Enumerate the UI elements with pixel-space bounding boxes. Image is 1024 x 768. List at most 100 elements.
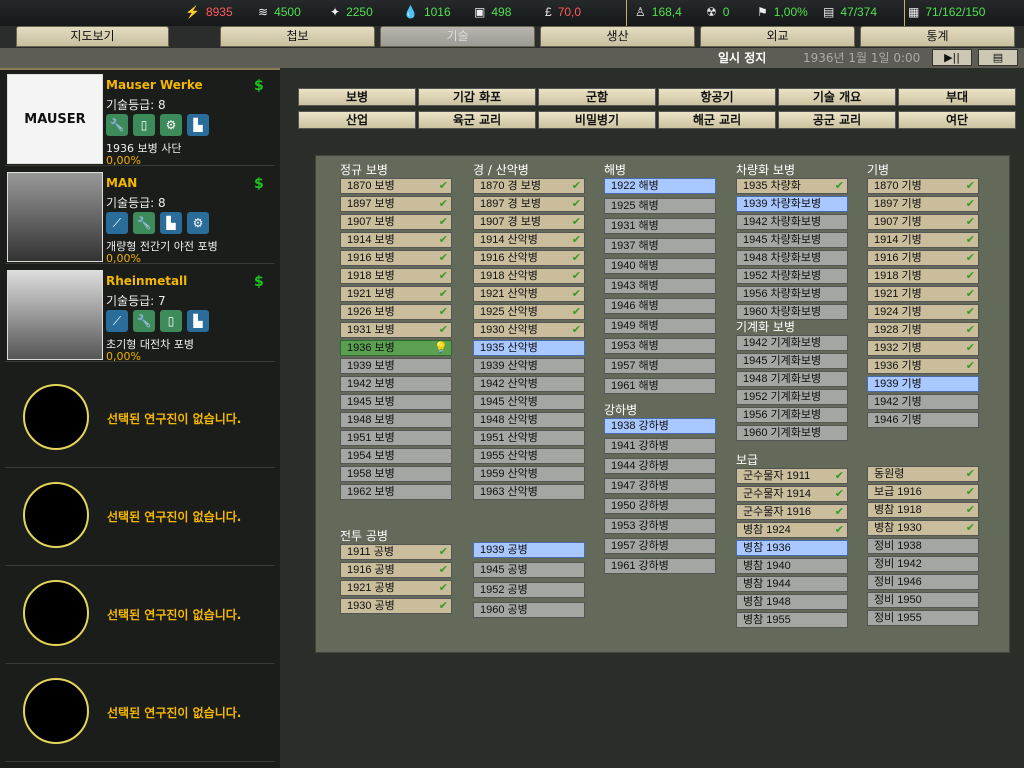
empty-team-slot[interactable]: 선택된 연구진이 없습니다.	[5, 468, 275, 566]
tech-item[interactable]: 1961 해병	[604, 378, 716, 394]
tech-item[interactable]: 1942 산악병	[473, 376, 585, 392]
tech-item[interactable]: 1907 보병 ✔	[340, 214, 452, 230]
empty-team-slot[interactable]: 선택된 연구진이 없습니다.	[5, 566, 275, 664]
tech-item[interactable]: 정비 1950	[867, 592, 979, 608]
tech-item[interactable]: 1935 차량화 ✔	[736, 178, 848, 194]
tech-item[interactable]: 군수물자 1914 ✔	[736, 486, 848, 502]
tech-item[interactable]: 1911 공병 ✔	[340, 544, 452, 560]
tech-item[interactable]: 1931 해병	[604, 218, 716, 234]
category-tab[interactable]: 항공기	[658, 88, 776, 106]
tech-item[interactable]: 1930 공병 ✔	[340, 598, 452, 614]
category-tab[interactable]: 여단	[898, 111, 1016, 129]
tab-intelligence[interactable]: 첩보	[220, 26, 375, 47]
tab-technology[interactable]: 기술	[380, 26, 535, 47]
tech-item[interactable]: 1924 기병 ✔	[867, 304, 979, 320]
tech-item[interactable]: 1930 산악병 ✔	[473, 322, 585, 338]
tech-item[interactable]: 1918 산악병 ✔	[473, 268, 585, 284]
empty-team-slot[interactable]: 선택된 연구진이 없습니다.	[5, 370, 275, 468]
tech-item[interactable]: 보급 1916 ✔	[867, 484, 979, 500]
tech-item[interactable]: 1950 강하병	[604, 498, 716, 514]
tech-item[interactable]: 군수물자 1916 ✔	[736, 504, 848, 520]
tech-item[interactable]: 1907 경 보병 ✔	[473, 214, 585, 230]
tech-item[interactable]: 1942 기계화보병	[736, 335, 848, 351]
tech-item[interactable]: 1945 보병	[340, 394, 452, 410]
tech-item[interactable]: 1953 해병	[604, 338, 716, 354]
tech-item[interactable]: 1870 보병 ✔	[340, 178, 452, 194]
tech-item[interactable]: 1951 보병	[340, 430, 452, 446]
tech-item[interactable]: 1921 보병 ✔	[340, 286, 452, 302]
tech-item[interactable]: 1914 산악병 ✔	[473, 232, 585, 248]
tech-item[interactable]: 1936 보병 💡	[340, 340, 452, 356]
tech-item[interactable]: 1954 보병	[340, 448, 452, 464]
tech-item[interactable]: 1918 보병 ✔	[340, 268, 452, 284]
tech-item[interactable]: 1947 강하병	[604, 478, 716, 494]
category-tab[interactable]: 보병	[298, 88, 416, 106]
tech-item[interactable]: 1952 공병	[473, 582, 585, 598]
tech-item[interactable]: 1946 해병	[604, 298, 716, 314]
tech-item[interactable]: 1935 산악병	[473, 340, 585, 356]
tech-item[interactable]: 1939 보병	[340, 358, 452, 374]
tech-item[interactable]: 1939 공병	[473, 542, 585, 558]
tech-item[interactable]: 1958 보병	[340, 466, 452, 482]
tech-item[interactable]: 1963 산악병	[473, 484, 585, 500]
tech-item[interactable]: 1952 차량화보병	[736, 268, 848, 284]
tab-production[interactable]: 생산	[540, 26, 695, 47]
tech-item[interactable]: 1962 보병	[340, 484, 452, 500]
tech-item[interactable]: 1944 강하병	[604, 458, 716, 474]
tech-item[interactable]: 1918 기병 ✔	[867, 268, 979, 284]
tech-item[interactable]: 1945 공병	[473, 562, 585, 578]
tech-item[interactable]: 1936 기병 ✔	[867, 358, 979, 374]
category-tab[interactable]: 기갑 화포	[418, 88, 536, 106]
tech-item[interactable]: 1916 기병 ✔	[867, 250, 979, 266]
tech-item[interactable]: 1937 해병	[604, 238, 716, 254]
tech-item[interactable]: 1949 해병	[604, 318, 716, 334]
tech-item[interactable]: 1945 차량화보병	[736, 232, 848, 248]
tech-item[interactable]: 1945 산악병	[473, 394, 585, 410]
category-tab[interactable]: 육군 교리	[418, 111, 536, 129]
tech-item[interactable]: 1921 기병 ✔	[867, 286, 979, 302]
tech-item[interactable]: 병참 1930 ✔	[867, 520, 979, 536]
tech-item[interactable]: 병참 1940	[736, 558, 848, 574]
tab-statistics[interactable]: 통계	[860, 26, 1015, 47]
play-pause-button[interactable]: ▶||	[932, 49, 972, 66]
tech-item[interactable]: 1928 기병 ✔	[867, 322, 979, 338]
empty-team-slot[interactable]: 선택된 연구진이 없습니다.	[5, 664, 275, 762]
tech-item[interactable]: 1939 기병	[867, 376, 979, 392]
tech-item[interactable]: 1956 차량화보병	[736, 286, 848, 302]
tech-item[interactable]: 1961 강하병	[604, 558, 716, 574]
tech-item[interactable]: 1948 산악병	[473, 412, 585, 428]
tech-item[interactable]: 1960 기계화보병	[736, 425, 848, 441]
tech-item[interactable]: 1921 산악병 ✔	[473, 286, 585, 302]
research-team[interactable]: MAN $ 기술등급: 8 ⟋ 🔧 ▙ ⚙ 개량형 전간기 야전 포병 0,00%	[5, 168, 275, 265]
tech-item[interactable]: 1957 해병	[604, 358, 716, 374]
tech-item[interactable]: 1959 산악병	[473, 466, 585, 482]
tech-item[interactable]: 1897 경 보병 ✔	[473, 196, 585, 212]
menu-button[interactable]: ▤	[978, 49, 1018, 66]
tab-diplomacy[interactable]: 외교	[700, 26, 855, 47]
tech-item[interactable]: 정비 1942	[867, 556, 979, 572]
tech-item[interactable]: 1943 해병	[604, 278, 716, 294]
tech-item[interactable]: 병참 1948	[736, 594, 848, 610]
tech-item[interactable]: 1914 기병 ✔	[867, 232, 979, 248]
tech-item[interactable]: 1922 해병	[604, 178, 716, 194]
category-tab[interactable]: 기술 개요	[778, 88, 896, 106]
tech-item[interactable]: 1939 차량화보병	[736, 196, 848, 212]
tech-item[interactable]: 1897 보병 ✔	[340, 196, 452, 212]
tech-item[interactable]: 1897 기병 ✔	[867, 196, 979, 212]
category-tab[interactable]: 군함	[538, 88, 656, 106]
tech-item[interactable]: 1955 산악병	[473, 448, 585, 464]
tech-item[interactable]: 1942 기병	[867, 394, 979, 410]
tech-item[interactable]: 1948 기계화보병	[736, 371, 848, 387]
tech-item[interactable]: 1946 기병	[867, 412, 979, 428]
tech-item[interactable]: 1956 기계화보병	[736, 407, 848, 423]
tech-item[interactable]: 1945 기계화보병	[736, 353, 848, 369]
tech-item[interactable]: 1931 보병 ✔	[340, 322, 452, 338]
tech-item[interactable]: 1948 차량화보병	[736, 250, 848, 266]
tech-item[interactable]: 병참 1936	[736, 540, 848, 556]
tech-item[interactable]: 1952 기계화보병	[736, 389, 848, 405]
tech-item[interactable]: 군수물자 1911 ✔	[736, 468, 848, 484]
tech-item[interactable]: 1942 보병	[340, 376, 452, 392]
category-tab[interactable]: 부대	[898, 88, 1016, 106]
tech-item[interactable]: 1951 산악병	[473, 430, 585, 446]
tech-item[interactable]: 1916 공병 ✔	[340, 562, 452, 578]
